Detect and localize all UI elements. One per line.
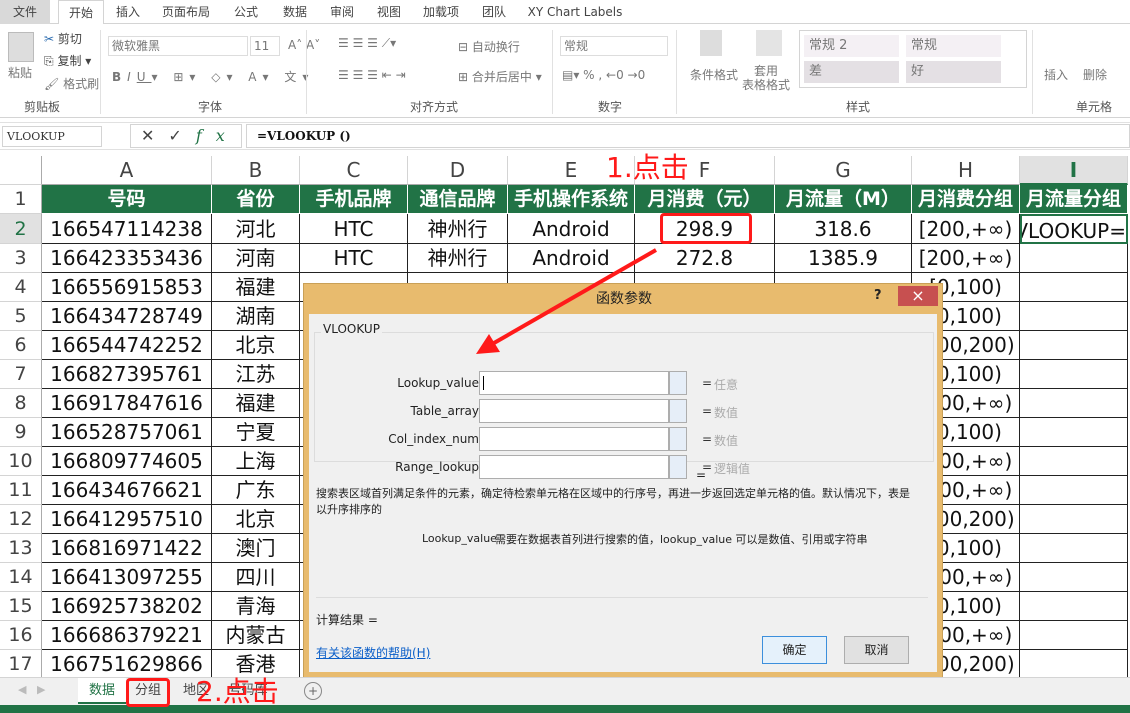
annotation-arrow xyxy=(476,248,657,354)
